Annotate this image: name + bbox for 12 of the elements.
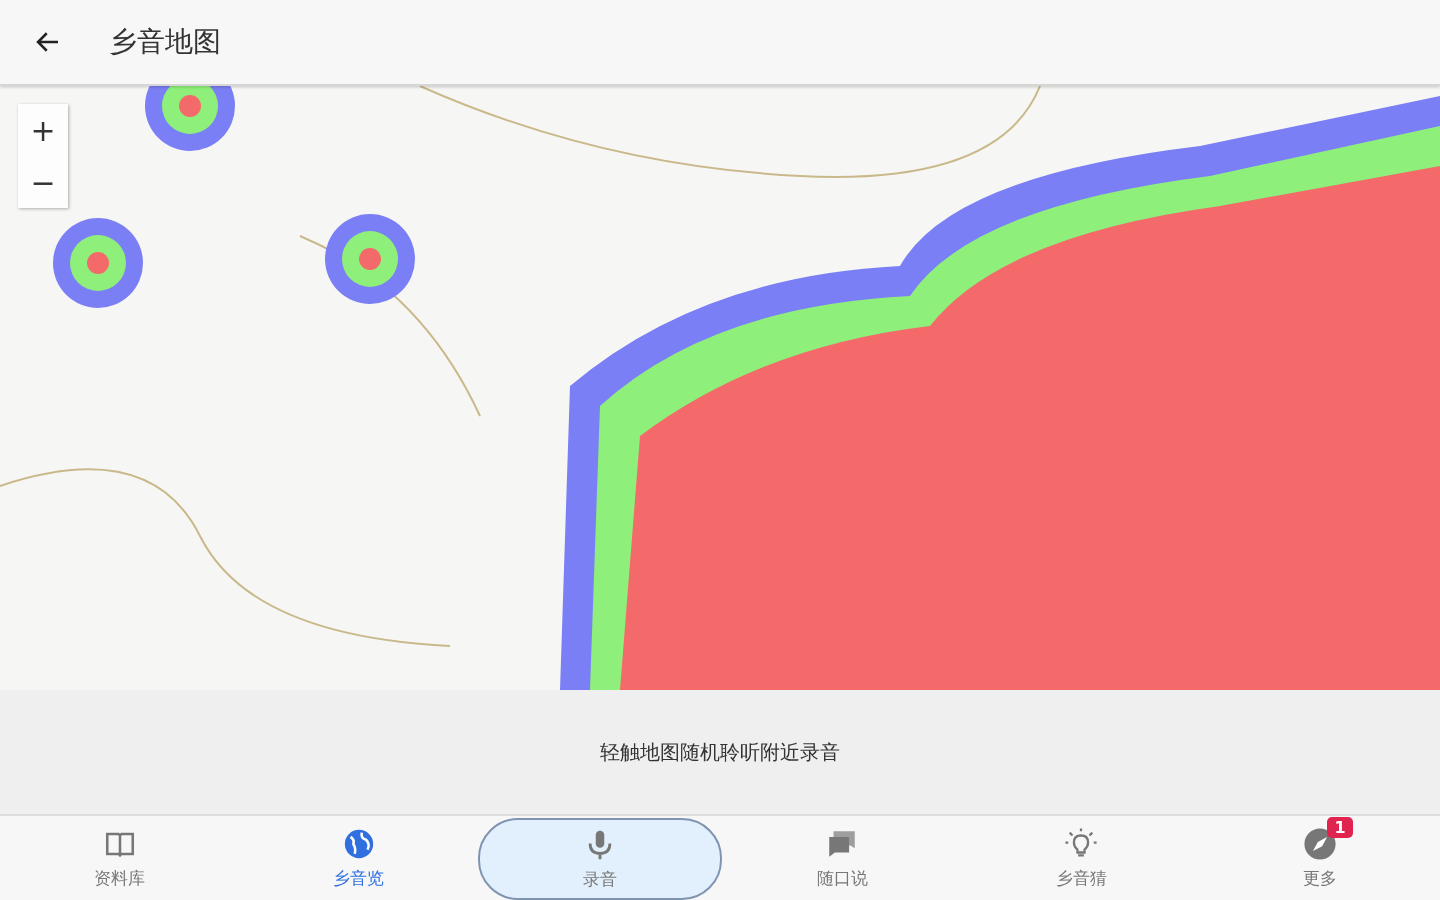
record-button[interactable]: 录音 xyxy=(478,818,723,900)
nav-tab[interactable]: 乡音猜 xyxy=(961,816,1201,900)
zoom-out-button[interactable]: − xyxy=(18,156,68,208)
notification-badge: 1 xyxy=(1327,816,1353,838)
compass-icon xyxy=(1303,826,1338,861)
nav-tab[interactable]: 1 更多 xyxy=(1200,816,1440,900)
nav-tab[interactable]: 随口说 xyxy=(722,816,962,900)
hint-text: 轻触地图随机聆听附近录音 xyxy=(600,738,840,766)
page-title: 乡音地图 xyxy=(109,24,221,60)
zoom-in-button[interactable]: + xyxy=(18,104,68,156)
nav-tab[interactable]: 资料库 xyxy=(0,816,240,900)
nav-tab[interactable]: 乡音览 xyxy=(239,816,479,900)
